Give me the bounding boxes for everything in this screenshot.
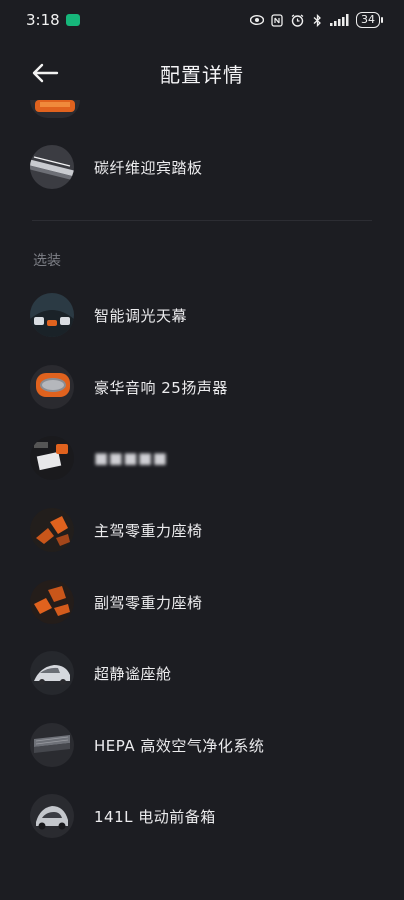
list-item-door-sill[interactable]: 碳纤维迎宾踏板 [30,142,203,192]
status-right: 34 [250,12,383,28]
list-item-label: 141L 电动前备箱 [94,807,216,826]
list-item-label: HEPA 高效空气净化系统 [94,736,265,755]
list-item-passenger-seat[interactable]: 副驾零重力座椅 [30,577,203,627]
status-time: 3:18 [26,11,60,29]
list-item-blurred-option[interactable]: ■■■■■ [30,433,167,483]
back-arrow-icon [32,63,59,83]
section-title-optional: 选装 [33,253,61,269]
eye-icon [250,13,264,27]
battery-indicator: 34 [356,12,383,28]
passenger-seat-thumbnail-icon [30,580,74,624]
header: 配置详情 [0,48,404,98]
partial-item-thumbnail [30,100,80,118]
bluetooth-icon [310,13,324,27]
list-item-label: 副驾零重力座椅 [94,593,203,612]
list-item-sunroof[interactable]: 智能调光天幕 [30,290,187,340]
nfc-icon [270,13,284,27]
blurred-option-thumbnail-icon [30,436,74,480]
status-bar: 3:18 34 [0,0,404,40]
alarm-icon [290,13,304,27]
list-item-air-purifier[interactable]: HEPA 高效空气净化系统 [30,720,264,770]
page-title: 配置详情 [160,62,244,87]
driver-seat-thumbnail-icon [30,508,74,552]
signal-icon [330,13,350,27]
status-left: 3:18 [26,11,80,29]
back-button[interactable] [28,58,62,88]
list-item-speaker[interactable]: 豪华音响 25扬声器 [30,362,228,412]
section-divider [32,220,372,221]
list-item-label: 碳纤维迎宾踏板 [94,158,203,177]
list-item-label: ■■■■■ [94,449,168,467]
list-item-label: 智能调光天幕 [94,306,188,325]
list-item-label: 主驾零重力座椅 [94,521,203,540]
door-sill-thumbnail-icon [30,145,74,189]
sunroof-thumbnail-icon [30,293,74,337]
quiet-cabin-thumbnail-icon [30,651,74,695]
air-purifier-thumbnail-icon [30,723,74,767]
app-notification-icon [65,14,80,26]
list-item-quiet-cabin[interactable]: 超静谧座舱 [30,648,172,698]
list-item-label: 超静谧座舱 [94,664,172,683]
list-item-front-trunk[interactable]: 141L 电动前备箱 [30,791,216,841]
speaker-thumbnail-icon [30,365,74,409]
front-trunk-thumbnail-icon [30,794,74,838]
list-item-driver-seat[interactable]: 主驾零重力座椅 [30,505,203,555]
list-item-label: 豪华音响 25扬声器 [94,378,228,397]
